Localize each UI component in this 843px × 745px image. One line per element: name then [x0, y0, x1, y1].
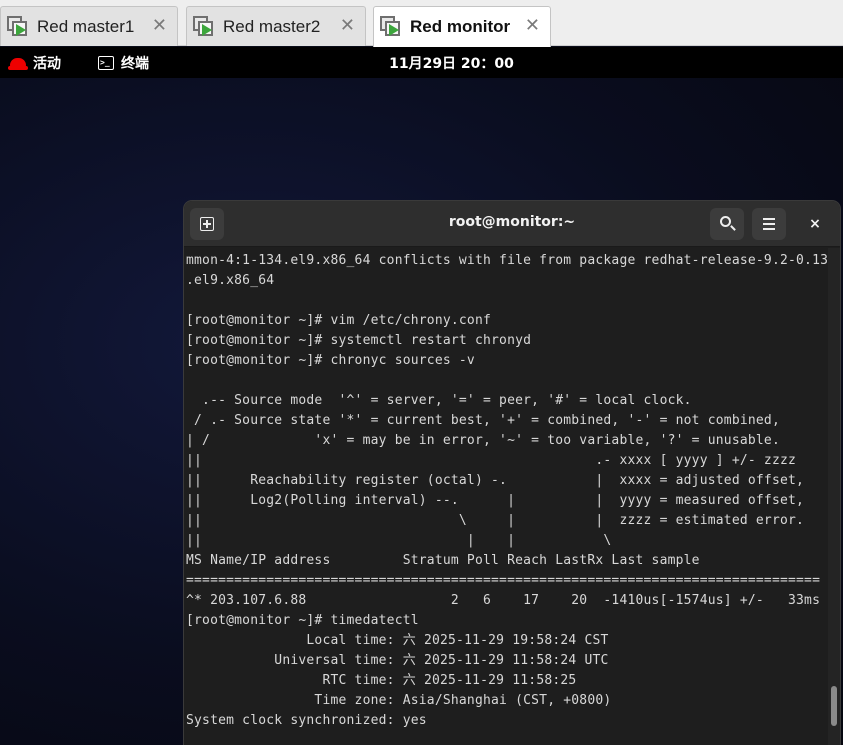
hamburger-icon-bar — [763, 223, 775, 225]
close-icon[interactable]: ✕ — [340, 16, 355, 36]
terminal-line: Universal time: 六 2025-11-29 11:58:24 UT… — [186, 653, 609, 668]
tab-label: Red master1 — [37, 16, 135, 36]
terminal-line: | / 'x' = may be in error, '~' = too var… — [186, 433, 780, 448]
terminal-line: System clock synchronized: yes — [186, 713, 427, 728]
vm-running-icon — [380, 16, 402, 38]
terminal-line: [root@monitor ~]# chronyc sources -v — [186, 353, 475, 368]
terminal-line: MS Name/IP address Stratum Poll Reach La… — [186, 553, 700, 568]
search-icon — [720, 216, 731, 227]
close-icon[interactable]: ✕ — [152, 16, 167, 36]
terminal-line: [root@monitor ~]# timedatectl — [186, 613, 419, 628]
vm-running-icon — [193, 15, 215, 38]
close-window-button[interactable]: × — [804, 213, 826, 235]
vm-tab-red-master2[interactable]: Red master2 ✕ — [186, 6, 366, 46]
clock[interactable]: 11月29日 20：00 — [0, 53, 843, 73]
scrollbar[interactable] — [828, 248, 840, 745]
terminal-line: Local time: 六 2025-11-29 19:58:24 CST — [186, 633, 609, 648]
vm-tab-red-master1[interactable]: Red master1 ✕ — [0, 6, 178, 46]
terminal-line: RTC time: 六 2025-11-29 11:58:25 — [186, 673, 577, 688]
terminal-line: || .- xxxx [ yyyy ] +/- zzzz — [186, 453, 797, 468]
terminal-titlebar[interactable]: root@monitor:~ × — [184, 201, 840, 247]
terminal-line: ========================================… — [186, 573, 821, 588]
terminal-line: / .- Source state '*' = current best, '+… — [186, 413, 780, 428]
tab-label: Red monitor — [410, 17, 511, 36]
gnome-top-bar: 活动 >_ 终端 11月29日 20：00 — [0, 47, 843, 78]
scrollbar-thumb[interactable] — [831, 686, 837, 726]
terminal-line: || Reachability register (octal) -. | xx… — [186, 473, 805, 488]
terminal-window[interactable]: root@monitor:~ × mmon-4:1-134.el9.x86_64… — [184, 201, 840, 745]
terminal-line: .-- Source mode '^' = server, '=' = peer… — [186, 393, 692, 408]
menu-button[interactable] — [752, 208, 786, 240]
search-icon-handle — [730, 225, 736, 231]
terminal-line: [root@monitor ~]# systemctl restart chro… — [186, 333, 532, 348]
hamburger-icon-bar — [763, 228, 775, 230]
terminal-line: [root@monitor ~]# vim /etc/chrony.conf — [186, 313, 492, 328]
terminal-line: ^* 203.107.6.88 2 6 17 20 -1410us[-1574u… — [186, 593, 821, 608]
close-icon[interactable]: ✕ — [525, 16, 540, 36]
terminal-line: || \ | | zzzz = estimated error. — [186, 513, 805, 528]
terminal-line: mmon-4:1-134.el9.x86_64 conflicts with f… — [186, 253, 829, 268]
terminal-line: Time zone: Asia/Shanghai (CST, +0800) — [186, 693, 612, 708]
terminal-line: || Log2(Polling interval) --. | | yyyy =… — [186, 493, 805, 508]
search-button[interactable] — [710, 208, 744, 240]
terminal-output[interactable]: mmon-4:1-134.el9.x86_64 conflicts with f… — [184, 251, 828, 745]
vm-running-icon — [7, 15, 29, 38]
terminal-line: || | | \ — [186, 533, 612, 548]
vm-tab-bar: Red master1 ✕ Red master2 ✕ Red monitor … — [0, 0, 843, 47]
hamburger-icon — [763, 218, 775, 220]
tab-label: Red master2 — [223, 16, 321, 36]
vm-tab-red-monitor[interactable]: Red monitor ✕ — [373, 6, 551, 47]
terminal-line: .el9.x86_64 — [186, 273, 275, 288]
